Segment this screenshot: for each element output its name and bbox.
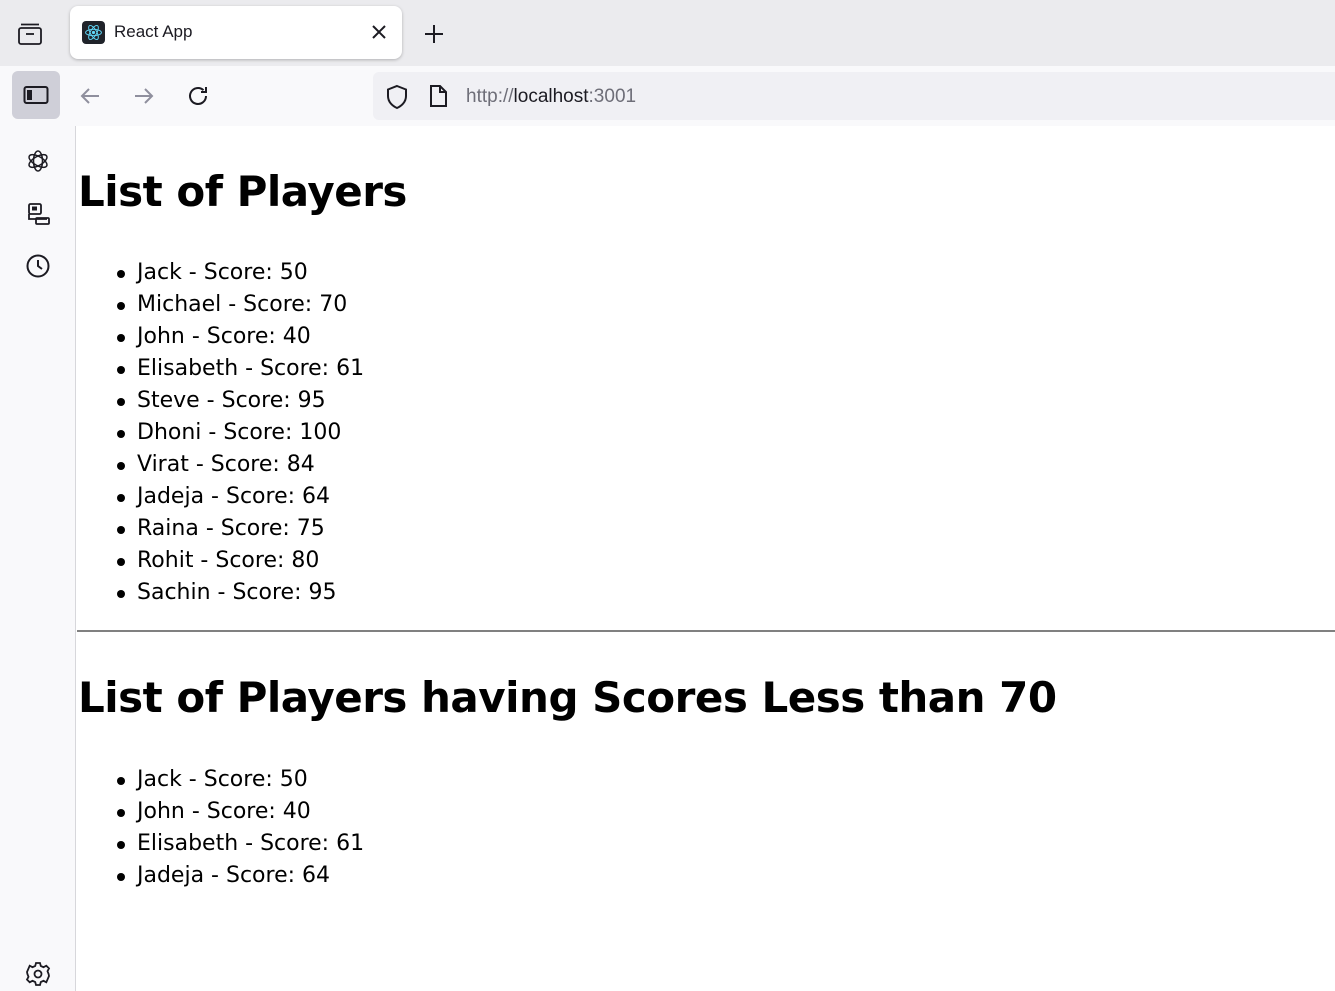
list-item: Rohit - Score: 80 [116, 545, 364, 577]
new-tab-plus-icon[interactable] [418, 18, 450, 50]
nav-toolbar: http://localhost:3001 [0, 66, 1335, 126]
tab-strip: React App [0, 0, 1335, 66]
page-content: List of Players Jack - Score: 50 Michael… [77, 127, 1335, 991]
list-item: John - Score: 40 [116, 321, 364, 353]
heading-filtered-players: List of Players having Scores Less than … [78, 673, 1057, 722]
list-item: Jadeja - Score: 64 [116, 481, 364, 513]
reload-icon[interactable] [180, 78, 216, 114]
url-text[interactable]: http://localhost:3001 [466, 86, 636, 108]
list-item: Steve - Score: 95 [116, 385, 364, 417]
page-icon[interactable] [428, 84, 448, 112]
tab-title: React App [114, 22, 193, 41]
shield-icon[interactable] [385, 84, 409, 114]
list-item: Sachin - Score: 95 [116, 577, 364, 609]
list-item: Michael - Score: 70 [116, 289, 364, 321]
list-item: Raina - Score: 75 [116, 513, 364, 545]
list-item: Elisabeth - Score: 61 [116, 828, 364, 860]
browser-sidebar [0, 126, 76, 991]
filtered-players-list: Jack - Score: 50 John - Score: 40 Elisab… [116, 764, 364, 892]
players-list: Jack - Score: 50 Michael - Score: 70 Joh… [116, 257, 364, 609]
forward-arrow-icon[interactable] [126, 78, 162, 114]
sidebar-toggle-icon[interactable] [12, 71, 60, 119]
url-scheme: http:// [466, 86, 514, 107]
list-item: Jack - Score: 50 [116, 257, 364, 289]
url-host: localhost [513, 86, 589, 107]
list-item: John - Score: 40 [116, 796, 364, 828]
list-item: Jadeja - Score: 64 [116, 860, 364, 892]
list-item: Jack - Score: 50 [116, 764, 364, 796]
synced-devices-icon[interactable] [24, 200, 52, 228]
history-clock-icon[interactable] [24, 252, 52, 280]
list-item: Virat - Score: 84 [116, 449, 364, 481]
back-arrow-icon[interactable] [72, 78, 108, 114]
react-icon [82, 21, 105, 44]
heading-all-players: List of Players [78, 167, 407, 216]
settings-gear-icon[interactable] [24, 960, 52, 988]
tab-react-app[interactable]: React App [70, 6, 402, 59]
chatgpt-icon[interactable] [24, 147, 52, 175]
url-bar[interactable]: http://localhost:3001 [373, 72, 1335, 120]
tab-list-icon[interactable] [12, 16, 48, 52]
section-divider [77, 630, 1335, 632]
list-item: Elisabeth - Score: 61 [116, 353, 364, 385]
list-item: Dhoni - Score: 100 [116, 417, 364, 449]
url-port: :3001 [588, 86, 637, 107]
close-icon[interactable] [368, 21, 390, 43]
